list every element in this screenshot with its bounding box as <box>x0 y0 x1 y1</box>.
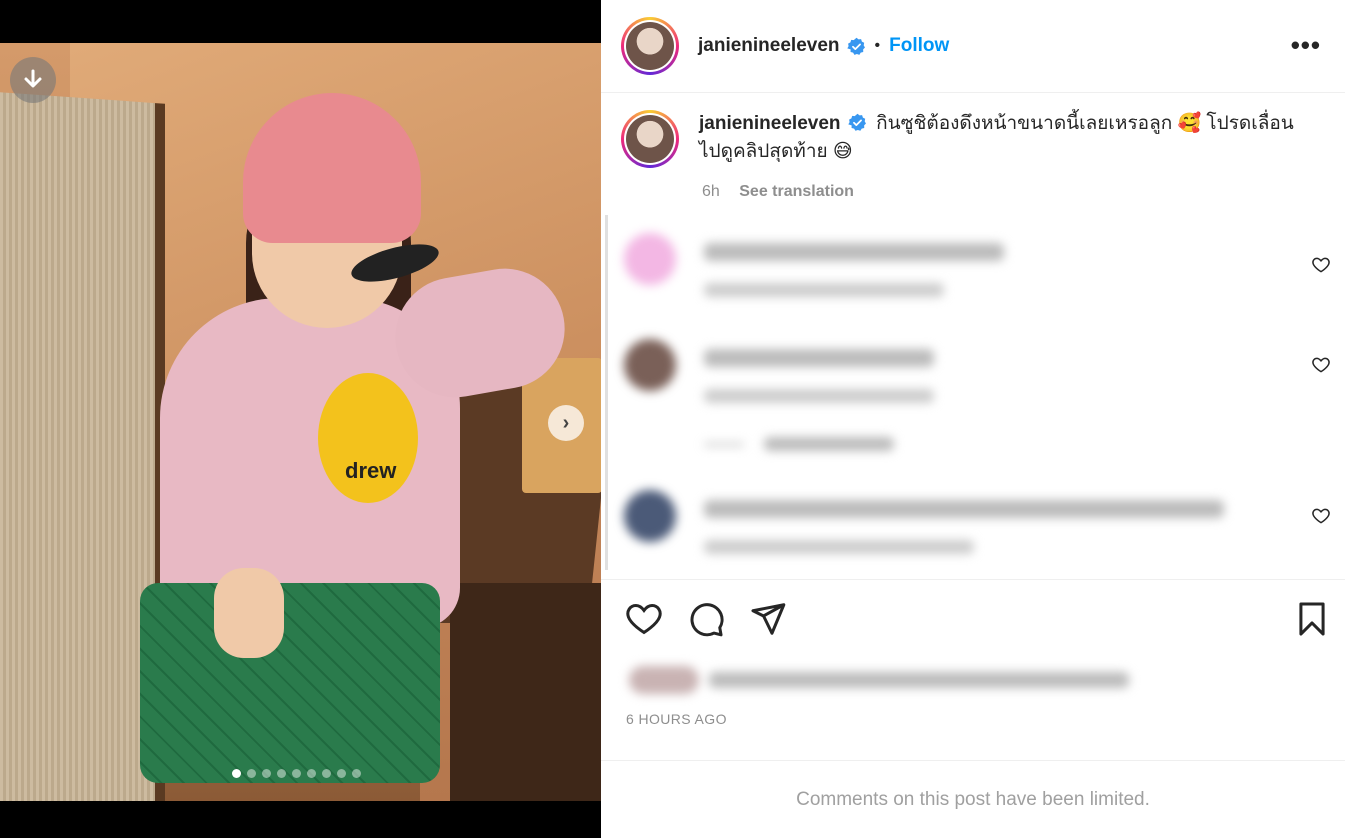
view-replies <box>624 433 1324 463</box>
more-options-icon[interactable]: ••• <box>1291 30 1321 61</box>
carousel-dot <box>307 769 316 778</box>
instagram-post-modal: drew › janienineeleven • Follow ••• jani… <box>0 0 1345 838</box>
carousel-dot <box>247 769 256 778</box>
post-sidebar: janienineeleven • Follow ••• janienineel… <box>601 0 1345 838</box>
share-paper-plane-icon[interactable] <box>749 600 787 638</box>
comment-item <box>624 233 1324 303</box>
post-header: janienineeleven • Follow ••• <box>601 0 1345 93</box>
post-actions <box>625 600 787 638</box>
carousel-dot <box>262 769 271 778</box>
comment-like-heart-icon[interactable] <box>1311 255 1331 275</box>
follow-button[interactable]: Follow <box>889 35 949 57</box>
comments-list[interactable] <box>605 215 1345 570</box>
post-age: 6h <box>702 183 720 200</box>
comment-like-heart-icon[interactable] <box>1311 355 1331 375</box>
header-username[interactable]: janienineeleven <box>698 35 840 57</box>
dot-separator: • <box>874 37 881 54</box>
carousel-next-button[interactable]: › <box>548 405 584 441</box>
comments-limited-footer: Comments on this post have been limited. <box>601 760 1345 838</box>
comment-item <box>624 339 1324 409</box>
section-divider <box>601 579 1345 580</box>
caption-username[interactable]: janienineeleven <box>699 113 841 134</box>
carousel-dot <box>232 769 241 778</box>
save-bookmark-icon[interactable] <box>1293 600 1331 638</box>
caption-meta: 6h See translation <box>702 183 854 201</box>
comment-like-heart-icon[interactable] <box>1311 506 1331 526</box>
post-timestamp: 6 HOURS AGO <box>626 711 727 727</box>
liked-by-summary[interactable] <box>625 660 1145 700</box>
avatar[interactable] <box>621 17 679 75</box>
carousel-dots <box>232 769 361 778</box>
verified-badge-icon <box>848 113 866 131</box>
comment-bubble-icon[interactable] <box>687 600 725 638</box>
post-photo: drew <box>0 43 601 801</box>
comments-limited-notice: Comments on this post have been limited. <box>796 788 1150 810</box>
see-translation-link[interactable]: See translation <box>739 183 854 200</box>
arrow-down-icon <box>24 69 42 88</box>
post-caption: janienineeleven กินซูชิต้องดึงหน้าขนาดนี… <box>621 110 1321 168</box>
verified-badge-icon <box>846 37 865 55</box>
carousel-dot <box>277 769 286 778</box>
caption-avatar[interactable] <box>621 110 679 168</box>
carousel-dot <box>292 769 301 778</box>
download-button[interactable] <box>10 57 56 103</box>
caption-text-block: janienineeleven กินซูชิต้องดึงหน้าขนาดนี… <box>699 110 1299 168</box>
like-heart-icon[interactable] <box>625 600 663 638</box>
chevron-right-icon: › <box>562 411 570 434</box>
post-media: drew › <box>0 0 601 838</box>
carousel-dot <box>322 769 331 778</box>
carousel-dot <box>337 769 346 778</box>
comment-item <box>624 490 1324 560</box>
carousel-dot <box>352 769 361 778</box>
